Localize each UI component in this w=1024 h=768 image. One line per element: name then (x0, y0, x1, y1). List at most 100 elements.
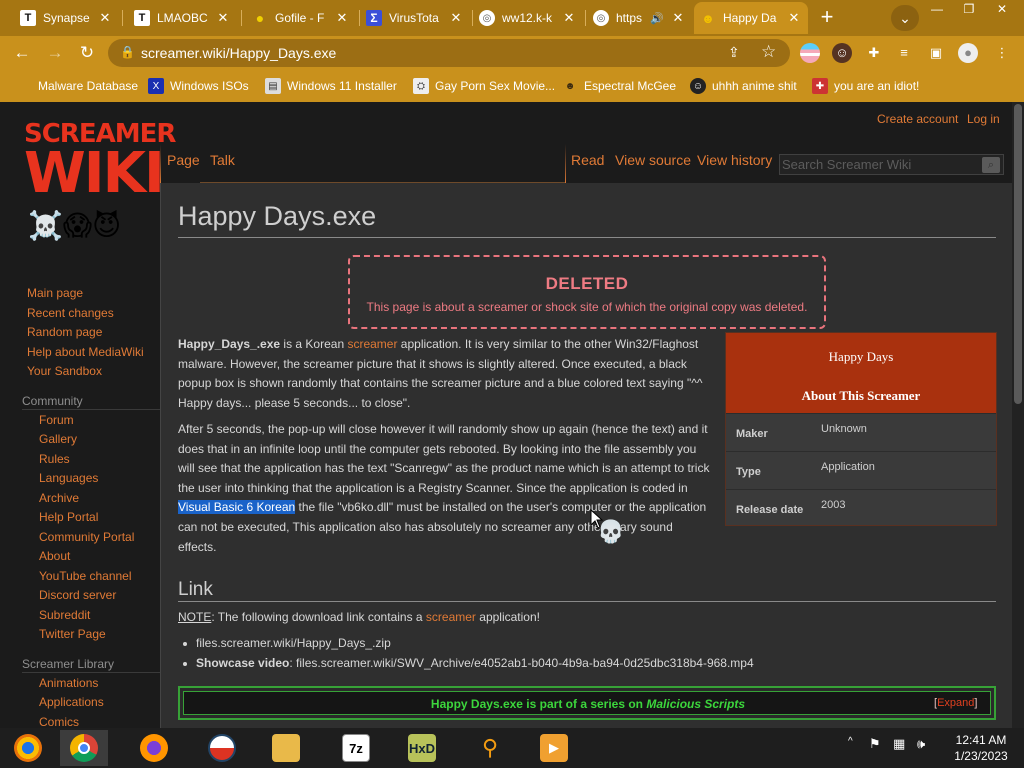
chrome-icon[interactable] (60, 730, 108, 766)
close-icon[interactable]: ✕ (334, 10, 350, 26)
create-account-link[interactable]: Create account (877, 112, 958, 126)
sidebar-item-comics[interactable]: Comics (39, 715, 79, 728)
close-icon[interactable]: ✕ (786, 10, 802, 26)
search-box[interactable]: Search Screamer Wiki ⌕ (779, 154, 1004, 175)
bookmark-you-are-an-idiot[interactable]: ✚ you are an idiot! (812, 76, 919, 96)
deleted-notice: DELETED This page is about a screamer or… (348, 255, 826, 329)
sidebar-item-animations[interactable]: Animations (39, 676, 98, 690)
flag-icon[interactable]: ⚑ (869, 736, 881, 752)
download-link[interactable]: files.screamer.wiki/Happy_Days_.zip (196, 636, 391, 650)
side-panel-icon[interactable]: ▣ (926, 43, 946, 63)
forward-button[interactable]: → (42, 40, 68, 66)
bookmark-windows-11-installer[interactable]: ▤ Windows 11 Installer (265, 76, 397, 96)
showcase-video-link[interactable]: : files.screamer.wiki/SWV_Archive/e4052a… (289, 656, 753, 670)
volume-icon[interactable]: 🕪 (917, 736, 925, 752)
infobox-about: About This Screamer (801, 388, 921, 403)
share-icon[interactable]: ⇪ (728, 44, 740, 61)
tab-view-source[interactable]: View source (615, 152, 691, 184)
media-player-icon[interactable]: ▶ (530, 730, 578, 766)
audio-icon[interactable]: 🔊 (650, 12, 664, 25)
expand-button[interactable]: [Expand] (934, 697, 977, 709)
sidebar-item-rules[interactable]: Rules (39, 452, 70, 466)
tab-ww12[interactable]: ◎ ww12.k-k ✕ (473, 5, 583, 31)
sidebar-item-applications[interactable]: Applications (39, 695, 104, 709)
7zip-icon[interactable]: 7z (332, 730, 380, 766)
address-bar[interactable]: 🔒 screamer.wiki/Happy_Days.exe ⇪ ☆ (108, 39, 790, 67)
kebab-menu-icon[interactable]: ⋮ (992, 43, 1012, 63)
series-link[interactable]: Malicious Scripts (646, 697, 745, 711)
sidebar-item-youtube[interactable]: YouTube channel (39, 569, 132, 583)
sidebar-item-community-portal[interactable]: Community Portal (39, 530, 134, 544)
minimize-button[interactable]: — (920, 0, 954, 18)
close-icon[interactable]: ✕ (670, 10, 686, 26)
tab-search-button[interactable]: ⌄ (891, 5, 919, 31)
sidebar-item-your-sandbox[interactable]: Your Sandbox (27, 364, 102, 378)
reload-button[interactable]: ↻ (74, 40, 100, 66)
sidebar-item-help-portal[interactable]: Help Portal (39, 510, 98, 524)
bookmark-espectral-mcgee[interactable]: ☻ Espectral McGee (562, 76, 676, 96)
sidebar-item-languages[interactable]: Languages (39, 471, 98, 485)
selected-text[interactable]: Visual Basic 6 Korean (178, 500, 296, 515)
screamer-link[interactable]: screamer (347, 337, 397, 351)
sidebar-item-gallery[interactable]: Gallery (39, 432, 77, 446)
firefox-icon[interactable] (130, 730, 178, 766)
tab-happy-days[interactable]: ☻ Happy Da ✕ (694, 2, 808, 34)
network-icon[interactable]: ▦ (893, 736, 905, 752)
tab-https[interactable]: ◎ https 🔊 ✕ (587, 5, 692, 31)
close-icon[interactable]: ✕ (97, 10, 113, 26)
tab-synapse[interactable]: T Synapse ✕ (14, 5, 119, 31)
sidebar-item-about[interactable]: About (39, 549, 70, 563)
tab-gofile[interactable]: ● Gofile - F ✕ (246, 5, 356, 31)
sidebar-item-discord[interactable]: Discord server (39, 588, 116, 602)
search-icon[interactable]: ⚲ (466, 730, 514, 766)
tray-chevron-icon[interactable]: ^ (848, 736, 853, 747)
sidebar-item-forum[interactable]: Forum (39, 413, 74, 427)
close-icon[interactable]: ✕ (561, 10, 577, 26)
back-button[interactable]: ← (9, 40, 35, 66)
tab-view-history[interactable]: View history (697, 152, 772, 184)
restore-button[interactable]: ❐ (952, 0, 986, 18)
page-scrollbar[interactable] (1012, 102, 1024, 728)
url-text[interactable]: screamer.wiki/Happy_Days.exe (141, 45, 336, 61)
sidebar-item-help[interactable]: Help about MediaWiki (27, 345, 144, 359)
extension-flag-icon[interactable] (800, 43, 820, 63)
screamer-link[interactable]: screamer (426, 610, 476, 624)
sidebar-item-random-page[interactable]: Random page (27, 325, 102, 339)
search-icon[interactable]: ⌕ (982, 157, 1000, 173)
bookmark-uhhh-anime[interactable]: ☺ uhhh anime shit (690, 76, 797, 96)
media-queue-icon[interactable]: ≡ (894, 43, 914, 63)
paragraph-intro: Happy_Days_.exe is a Korean screamer app… (178, 337, 703, 410)
section-heading-link: Link (178, 579, 213, 600)
bookmark-star-icon[interactable]: ☆ (761, 42, 776, 62)
sidebar-item-archive[interactable]: Archive (39, 491, 79, 505)
infobox-row: Type Application (726, 451, 996, 489)
sidebar-item-subreddit[interactable]: Subreddit (39, 608, 90, 622)
wiki-logo[interactable]: SCREAMER WIKI ☠️😱😈 (24, 120, 176, 248)
close-icon[interactable]: ✕ (215, 10, 231, 26)
extensions-puzzle-icon[interactable]: ✚ (864, 43, 884, 63)
search-input[interactable]: Search Screamer Wiki (782, 157, 911, 172)
obama-icon[interactable] (198, 730, 246, 766)
close-icon[interactable]: ✕ (448, 10, 464, 26)
sidebar-item-main-page[interactable]: Main page (27, 286, 83, 300)
hxd-icon[interactable]: HxD (398, 730, 446, 766)
extension-avatar-icon[interactable]: ☺ (832, 43, 852, 63)
log-in-link[interactable]: Log in (967, 112, 1000, 126)
bookmark-windows-isos[interactable]: X Windows ISOs (148, 76, 249, 96)
system-clock[interactable]: 12:41 AM 1/23/2023 (947, 732, 1015, 764)
tab-read[interactable]: Read (571, 152, 604, 184)
tab-lmaobc[interactable]: T LMAOBC ✕ (128, 5, 237, 31)
lock-icon[interactable]: 🔒 (120, 45, 135, 59)
chrome-canary-icon[interactable] (4, 730, 52, 766)
profile-avatar-icon[interactable]: ● (958, 43, 978, 63)
tab-talk[interactable]: Talk (210, 152, 235, 184)
close-window-button[interactable]: ✕ (985, 0, 1019, 18)
bookmark-malware-database[interactable]: Malware Database (16, 76, 138, 96)
sidebar-item-twitter[interactable]: Twitter Page (39, 627, 106, 641)
sidebar-item-recent-changes[interactable]: Recent changes (27, 306, 114, 320)
bookmark-gay-porn-sex-movie[interactable]: ⛭ Gay Porn Sex Movie... (413, 76, 555, 96)
new-tab-button[interactable]: + (815, 6, 839, 30)
file-explorer-icon[interactable] (262, 730, 310, 766)
tab-virustotal[interactable]: Σ VirusTota ✕ (360, 5, 470, 31)
tab-page[interactable]: Page (167, 152, 200, 184)
